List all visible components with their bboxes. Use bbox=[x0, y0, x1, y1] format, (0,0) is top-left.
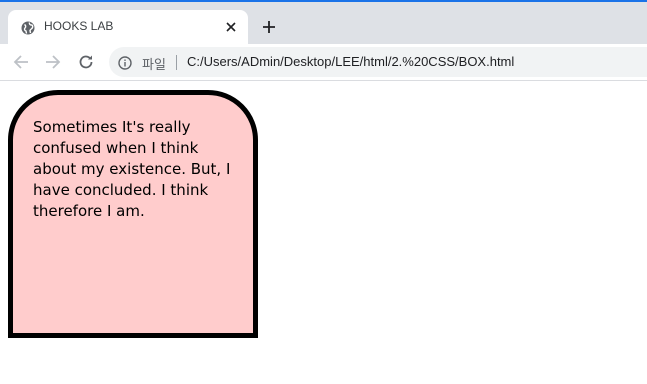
forward-arrow-icon[interactable] bbox=[43, 52, 63, 72]
tab-hooks-lab[interactable]: HOOKS LAB bbox=[8, 10, 248, 44]
address-bar[interactable]: 파일 C:/Users/ADmin/Desktop/LEE/html/2.%20… bbox=[109, 47, 647, 77]
plus-icon[interactable] bbox=[259, 17, 279, 37]
page-viewport: Sometimes It's really confused when I th… bbox=[0, 81, 647, 384]
tab-strip: HOOKS LAB bbox=[0, 2, 647, 44]
tab-title: HOOKS LAB bbox=[44, 19, 114, 33]
url-text[interactable]: C:/Users/ADmin/Desktop/LEE/html/2.%20CSS… bbox=[187, 54, 514, 69]
reload-icon[interactable] bbox=[76, 52, 96, 72]
close-icon[interactable] bbox=[222, 18, 240, 36]
scheme-label: 파일 bbox=[142, 58, 166, 73]
back-arrow-icon[interactable] bbox=[11, 52, 31, 72]
omnibox-divider bbox=[176, 55, 177, 70]
browser-toolbar: 파일 C:/Users/ADmin/Desktop/LEE/html/2.%20… bbox=[0, 44, 647, 81]
info-icon[interactable] bbox=[118, 55, 132, 70]
box-text: Sometimes It's really confused when I th… bbox=[33, 118, 231, 220]
rounded-box: Sometimes It's really confused when I th… bbox=[8, 90, 258, 338]
globe-icon bbox=[21, 20, 35, 35]
